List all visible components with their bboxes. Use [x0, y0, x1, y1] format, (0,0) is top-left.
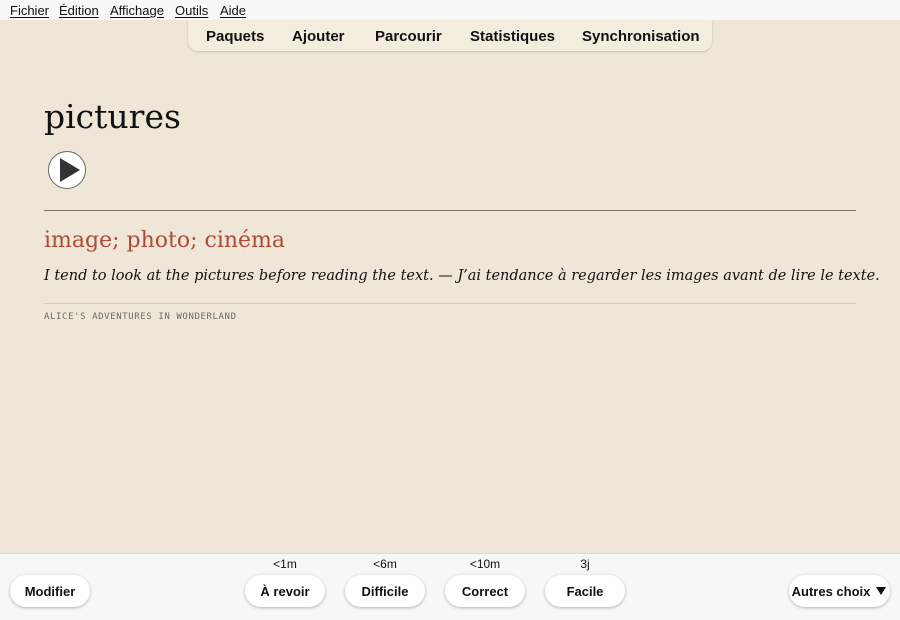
menu-bar: Fichier Édition Affichage Outils Aide — [0, 0, 900, 20]
card-example: I tend to look at the pictures before re… — [44, 268, 880, 284]
easy-button[interactable]: Facile — [545, 575, 625, 607]
tab-parcourir[interactable]: Parcourir — [375, 28, 442, 45]
edit-button[interactable]: Modifier — [10, 575, 90, 607]
main-toolbar: Paquets Ajouter Parcourir Statistiques S… — [188, 20, 712, 51]
more-options-button[interactable]: Autres choix — [789, 575, 890, 607]
tab-paquets[interactable]: Paquets — [206, 28, 264, 45]
menu-outils[interactable]: Outils — [175, 3, 208, 18]
menu-affichage[interactable]: Affichage — [110, 3, 164, 18]
easy-interval: 3j — [580, 557, 590, 571]
card-meaning: image; photo; cinéma — [44, 228, 286, 253]
answer-bar: Modifier <1m À revoir <6m Difficile <10m… — [0, 553, 900, 620]
tab-ajouter[interactable]: Ajouter — [292, 28, 345, 45]
more-options-label: Autres choix — [791, 583, 871, 599]
card-source: ALICE'S ADVENTURES IN WONDERLAND — [44, 312, 237, 322]
card-divider — [44, 210, 856, 211]
play-audio-button[interactable] — [48, 151, 86, 189]
menu-aide[interactable]: Aide — [220, 3, 246, 18]
menu-edition[interactable]: Édition — [59, 3, 99, 18]
source-divider — [44, 303, 856, 304]
hard-button[interactable]: Difficile — [345, 575, 425, 607]
triangle-down-icon — [876, 587, 887, 595]
good-button[interactable]: Correct — [445, 575, 525, 607]
hard-interval: <6m — [373, 557, 397, 571]
menu-fichier[interactable]: Fichier — [10, 3, 49, 18]
play-icon — [60, 158, 80, 182]
card-word: pictures — [44, 97, 181, 136]
again-button[interactable]: À revoir — [245, 575, 325, 607]
tab-synchronisation[interactable]: Synchronisation — [582, 28, 700, 45]
again-interval: <1m — [273, 557, 297, 571]
good-interval: <10m — [469, 557, 501, 571]
tab-statistiques[interactable]: Statistiques — [470, 28, 555, 45]
